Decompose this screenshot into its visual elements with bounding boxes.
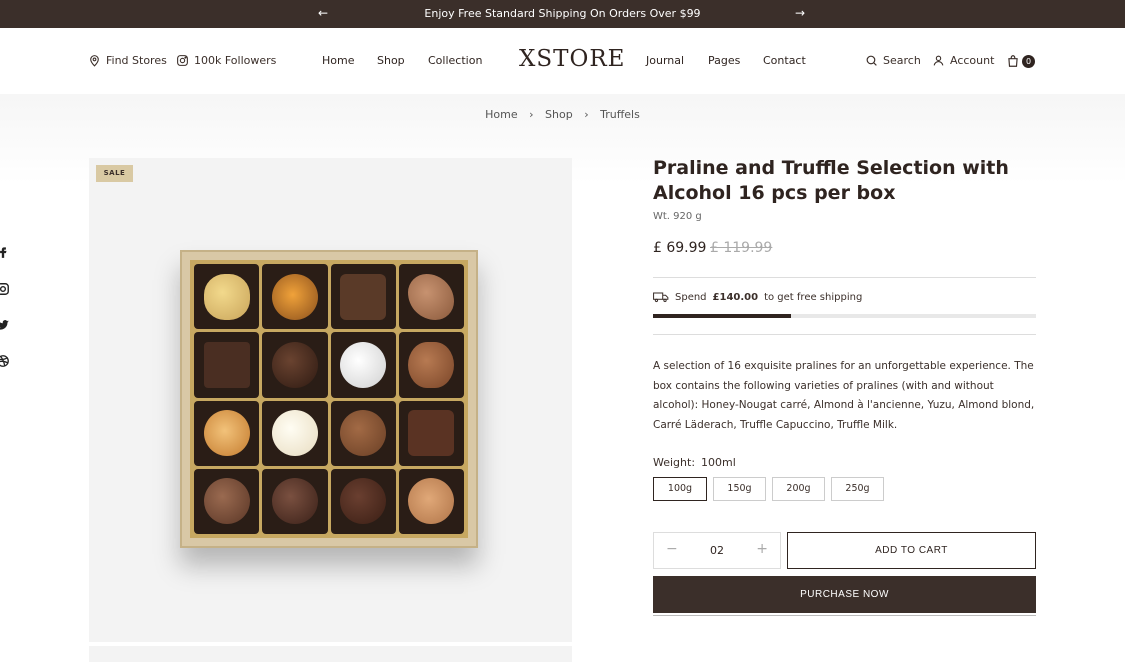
weight-option-100g[interactable]: 100g	[653, 477, 707, 501]
user-icon	[933, 55, 944, 66]
weight-label: Weight:	[653, 456, 696, 469]
nav-collection[interactable]: Collection	[428, 54, 482, 67]
site-logo[interactable]: XSTORE	[519, 46, 625, 72]
nav-pages[interactable]: Pages	[708, 54, 740, 67]
breadcrumb-shop[interactable]: Shop	[545, 108, 573, 121]
product-title: Praline and Truffle Selection with Alcoh…	[653, 157, 1009, 204]
quantity-stepper: − 02 +	[653, 532, 781, 569]
instagram-icon[interactable]	[0, 282, 10, 296]
chevron-right-icon: ›	[529, 108, 534, 121]
search-button[interactable]: Search	[865, 54, 921, 67]
search-label: Search	[883, 54, 921, 67]
product-old-price: £ 119.99	[710, 240, 773, 256]
weight-option-200g[interactable]: 200g	[772, 477, 825, 501]
arrow-right-icon[interactable]: →	[795, 6, 805, 20]
divider	[653, 277, 1036, 278]
account-button[interactable]: Account	[932, 54, 994, 67]
shipping-progress-bar	[653, 314, 1036, 318]
followers-label: 100k Followers	[194, 54, 277, 67]
divider	[653, 334, 1036, 335]
plus-icon[interactable]: +	[756, 541, 768, 557]
product-image-gallery[interactable]: SALE	[89, 158, 572, 642]
breadcrumb: Home › Shop › Truffels	[0, 108, 1125, 121]
nav-shop[interactable]: Shop	[377, 54, 405, 67]
product-thumbnail-strip[interactable]	[89, 646, 572, 662]
weight-option-150g[interactable]: 150g	[713, 477, 766, 501]
weight-option-250g[interactable]: 250g	[831, 477, 884, 501]
nav-contact[interactable]: Contact	[763, 54, 806, 67]
chocolate-box-image	[180, 250, 478, 548]
cart-count-badge: 0	[1022, 54, 1035, 68]
breadcrumb-home[interactable]: Home	[485, 108, 517, 121]
shipping-progress-fill	[653, 314, 791, 318]
instagram-icon	[177, 55, 188, 66]
product-description: A selection of 16 exquisite pralines for…	[653, 360, 1035, 431]
shipping-prefix: Spend	[675, 291, 707, 303]
find-stores-link[interactable]: Find Stores	[88, 54, 167, 67]
shipping-suffix: to get free shipping	[764, 291, 863, 303]
chevron-right-icon: ›	[584, 108, 589, 121]
dribbble-icon[interactable]	[0, 354, 10, 368]
add-to-cart-button[interactable]: ADD TO CART	[787, 532, 1036, 569]
search-icon	[866, 55, 877, 66]
weight-selector-label: Weight: 100ml	[653, 456, 736, 469]
product-price: £ 69.99	[653, 240, 707, 256]
divider	[653, 615, 1036, 616]
nav-journal[interactable]: Journal	[646, 54, 684, 67]
purchase-now-button[interactable]: PURCHASE NOW	[653, 576, 1036, 613]
twitter-icon[interactable]	[0, 318, 10, 332]
breadcrumb-current: Truffels	[600, 108, 640, 121]
truck-icon	[653, 292, 669, 303]
free-shipping-message: Spend £140.00 to get free shipping	[653, 291, 862, 303]
shipping-amount: £140.00	[712, 291, 759, 303]
find-stores-label: Find Stores	[106, 54, 167, 67]
nav-home[interactable]: Home	[322, 54, 354, 67]
weight-selected-value: 100ml	[701, 456, 736, 469]
account-label: Account	[950, 54, 995, 67]
announcement-bar: ← Enjoy Free Standard Shipping On Orders…	[0, 0, 1125, 28]
cart-button[interactable]: 0	[1006, 54, 1035, 68]
sale-badge: SALE	[96, 165, 133, 182]
announcement-message: Enjoy Free Standard Shipping On Orders O…	[424, 7, 701, 20]
facebook-icon[interactable]	[0, 245, 10, 259]
site-header: Find Stores 100k Followers Home Shop Col…	[0, 28, 1125, 94]
map-pin-icon	[90, 55, 99, 67]
product-weight-info: Wt. 920 g	[653, 211, 702, 222]
shopping-bag-icon	[1008, 55, 1018, 67]
followers-link[interactable]: 100k Followers	[176, 54, 276, 67]
